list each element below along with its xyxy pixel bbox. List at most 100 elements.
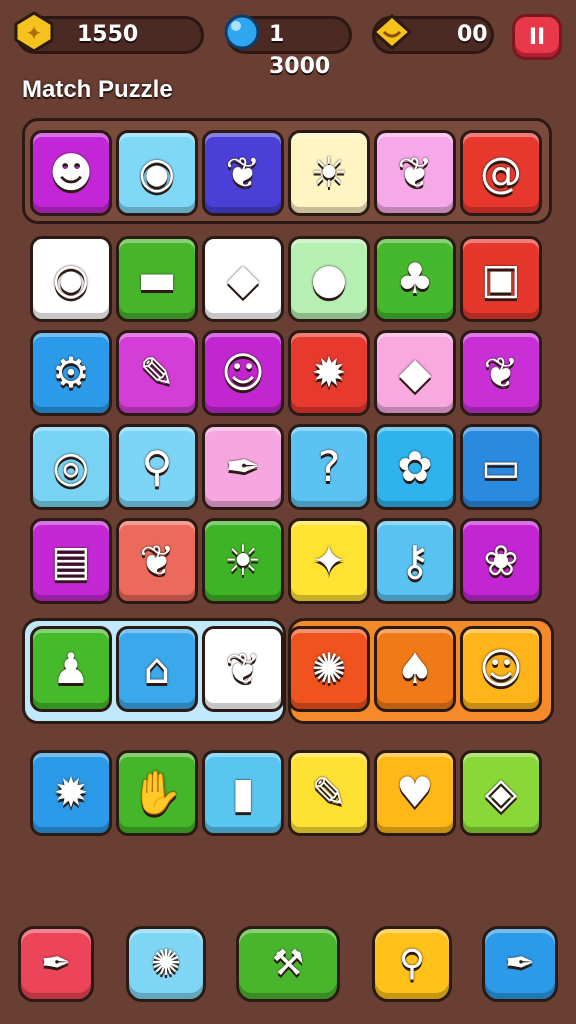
leaf-icon: ❦ [483, 348, 519, 397]
puzzle-tile[interactable]: ✹ [288, 330, 370, 416]
popsicle-icon: ✦ [311, 536, 347, 585]
scooter-icon: ⚙ [52, 348, 90, 397]
puzzle-tile[interactable]: ⚷ [374, 518, 456, 604]
puzzle-tile[interactable]: @ [460, 130, 542, 216]
puzzle-tile[interactable]: ☺ [202, 330, 284, 416]
hud-bar: 1550 ✦ 1 3000 00 II [0, 10, 576, 79]
puzzle-tile[interactable]: ♟ [30, 626, 112, 712]
thermometer-icon: ⚲ [141, 442, 173, 491]
puzzle-tile[interactable]: ✎ [288, 750, 370, 836]
puzzle-tile[interactable]: ▣ [460, 236, 542, 322]
feather-icon: ✒ [504, 943, 536, 984]
puzzle-tile[interactable]: ☻ [30, 130, 112, 216]
puzzle-tile[interactable]: ⌂ [116, 626, 198, 712]
tile-row: ☻ ◉ ❦ ☀ ❦ @ [24, 130, 554, 222]
svg-text:✦: ✦ [26, 21, 43, 45]
toolbar: ✒ ✺ ⚒ ⚲ ✒ [0, 926, 576, 1010]
tile-row: ♟ ⌂ ❦ ✺ ♠ ☺ [24, 626, 554, 718]
face-icon: ☺ [221, 348, 265, 397]
puzzle-tile[interactable]: ✿ [374, 424, 456, 510]
magnifier-icon: ⚲ [398, 943, 426, 984]
puzzle-tile[interactable]: ✒ [202, 424, 284, 510]
monster-icon: ♟ [52, 644, 90, 693]
puzzle-tile[interactable]: ❦ [374, 130, 456, 216]
tile-row: ▤ ❦ ☀ ✦ ⚷ ❀ [24, 518, 554, 610]
drop-icon: ♠ [396, 644, 434, 693]
shield-icon: ◆ [226, 254, 260, 303]
puzzle-tile[interactable]: ▬ [116, 236, 198, 322]
sun-icon: ☀ [310, 148, 348, 197]
booster-button[interactable]: ✺ [126, 926, 206, 1002]
booster-button[interactable]: ✒ [482, 926, 558, 1002]
puzzle-tile[interactable]: ✦ [288, 518, 370, 604]
tile-row: ⚙ ✎ ☺ ✹ ◆ ❦ [24, 330, 554, 422]
leaf-icon: ❦ [139, 536, 175, 585]
puzzle-tile[interactable]: ☺ [460, 626, 542, 712]
crown-icon [370, 10, 414, 54]
page-title: Match Puzzle [22, 76, 173, 103]
puzzle-tile[interactable]: ▭ [460, 424, 542, 510]
puzzle-tile[interactable]: ● [288, 236, 370, 322]
puzzle-tile[interactable]: ◉ [116, 130, 198, 216]
radio-icon: ▭ [481, 442, 521, 491]
puzzle-tile[interactable]: ✎ [116, 330, 198, 416]
swirl-icon: @ [480, 148, 522, 197]
puzzle-tile[interactable]: ⚙ [30, 330, 112, 416]
star-value: 00 [457, 22, 488, 47]
car-icon: ▬ [137, 254, 177, 303]
puzzle-tile[interactable]: ✺ [288, 626, 370, 712]
puzzle-tile[interactable]: ◉ [30, 236, 112, 322]
puzzle-tile[interactable]: ❀ [460, 518, 542, 604]
feather-icon: ✒ [225, 442, 261, 491]
puzzle-tile[interactable]: ❦ [116, 518, 198, 604]
gem-icon: ◆ [398, 348, 432, 397]
puzzle-tile[interactable]: ◎ [30, 424, 112, 510]
puzzle-tile[interactable]: ⚲ [116, 424, 198, 510]
puzzle-tile[interactable]: ❦ [202, 626, 284, 712]
leaf-icon: ❦ [225, 644, 261, 693]
puzzle-tile[interactable]: ◆ [374, 330, 456, 416]
puzzle-tile[interactable]: ? [288, 424, 370, 510]
pause-button[interactable]: II [512, 14, 562, 60]
battery-icon: ▮ [231, 768, 255, 817]
hand-icon: ✋ [130, 768, 184, 817]
puzzle-tile[interactable]: ◈ [460, 750, 542, 836]
gem-value: 1 3000 [269, 22, 331, 79]
puzzle-tile[interactable]: ▤ [30, 518, 112, 604]
house-icon: ⌂ [143, 644, 171, 693]
strawberry-icon: ♥ [396, 768, 434, 817]
puzzle-tile[interactable]: ☀ [202, 518, 284, 604]
puzzle-tile[interactable]: ☀ [288, 130, 370, 216]
puzzle-tile[interactable]: ♥ [374, 750, 456, 836]
pause-label: II [528, 24, 546, 50]
sun-icon: ☀ [224, 536, 262, 585]
puzzle-tile[interactable]: ❦ [460, 330, 542, 416]
tree-icon: ♣ [396, 254, 434, 303]
carrot-icon: ✎ [311, 768, 347, 817]
coin-icon: ✦ [12, 10, 56, 54]
pen-icon: ✒ [40, 943, 72, 984]
crab-icon: ✺ [150, 943, 182, 984]
booster-button[interactable]: ⚲ [372, 926, 452, 1002]
robot-icon: ☻ [49, 148, 93, 197]
target-icon: ◎ [52, 442, 90, 491]
puzzle-tile[interactable]: ♠ [374, 626, 456, 712]
fruit-icon: ● [310, 254, 348, 303]
burst-icon: ✺ [311, 644, 347, 693]
puzzle-tile[interactable]: ❦ [202, 130, 284, 216]
tile-row: ◉ ▬ ◆ ● ♣ ▣ [24, 236, 554, 328]
gamepad-icon: ◈ [484, 768, 518, 817]
booster-button[interactable]: ✒ [18, 926, 94, 1002]
puzzle-tile[interactable]: ✋ [116, 750, 198, 836]
booster-button[interactable]: ⚒ [236, 926, 340, 1002]
tile-row: ◎ ⚲ ✒? ✿ ▭ [24, 424, 554, 516]
puzzle-tile[interactable]: ◆ [202, 236, 284, 322]
puzzle-tile[interactable]: ▮ [202, 750, 284, 836]
jar-icon: ▤ [51, 536, 91, 585]
toolbox-icon: ⚒ [271, 943, 305, 984]
leaf-icon: ❦ [225, 148, 261, 197]
puzzle-tile[interactable]: ✹ [30, 750, 112, 836]
puzzle-tile[interactable]: ♣ [374, 236, 456, 322]
leaf-icon: ❦ [397, 148, 433, 197]
machine-icon: ▣ [481, 254, 521, 303]
